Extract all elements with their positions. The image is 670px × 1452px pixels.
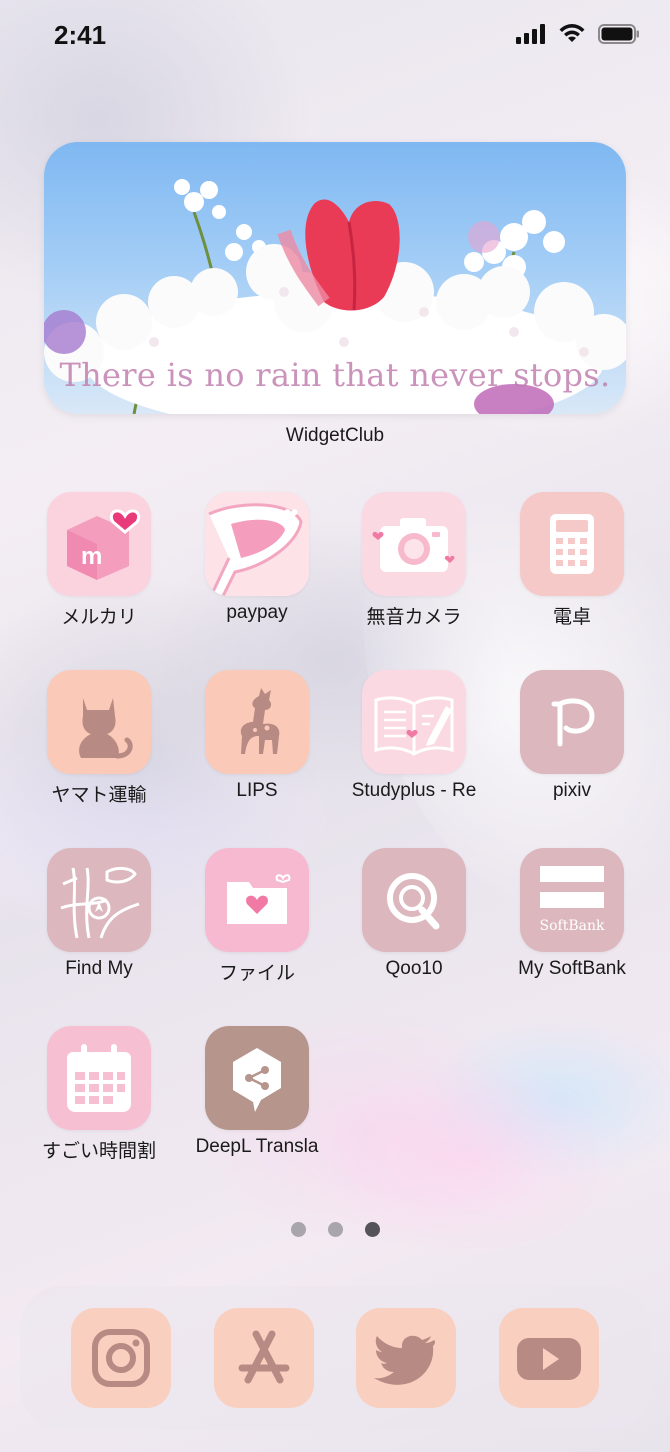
softbank-icon: [540, 866, 604, 908]
widget-quote: There is no rain that never stops.: [59, 356, 611, 394]
app-pixiv[interactable]: pixiv: [494, 670, 650, 802]
app-silent-camera[interactable]: 無音カメラ: [336, 492, 492, 629]
dock-youtube[interactable]: [499, 1308, 599, 1408]
app-calculator[interactable]: 電卓: [494, 492, 650, 629]
instagram-icon: [92, 1329, 150, 1387]
app-studyplus[interactable]: Studyplus - Re: [336, 670, 492, 802]
status-icons: [516, 24, 640, 44]
pixiv-icon: [551, 698, 595, 747]
battery-icon: [598, 24, 639, 44]
calendar-icon: [67, 1044, 131, 1112]
deepl-icon: [233, 1048, 281, 1112]
app-icon: [362, 848, 466, 952]
app-icon: [205, 492, 309, 596]
app-icon: [205, 848, 309, 952]
app-label: My SoftBank: [518, 958, 626, 979]
app-deepl[interactable]: DeepL Transla: [179, 1026, 335, 1158]
app-sugoi-jikanwari[interactable]: すごい時間割: [21, 1026, 177, 1163]
photo-quote-widget[interactable]: There is no rain that never stops.: [44, 142, 626, 414]
folder-heart-icon: [227, 874, 291, 924]
app-icon: m: [47, 492, 151, 596]
app-find-my[interactable]: Find My: [21, 848, 177, 980]
wifi-icon: [559, 24, 585, 42]
open-book-icon: [374, 696, 454, 756]
app-paypay[interactable]: paypay: [179, 492, 335, 624]
softbank-wordmark: SoftBank: [539, 918, 605, 934]
page-dot-1[interactable]: [290, 1222, 306, 1237]
app-label: ヤマト運輸: [51, 785, 147, 806]
app-label: 電卓: [552, 607, 591, 628]
youtube-icon: [517, 1338, 581, 1380]
app-label: Qoo10: [385, 958, 443, 979]
app-mercari[interactable]: m メルカリ: [21, 492, 177, 629]
app-label: Studyplus - Re: [351, 780, 477, 801]
app-yamato[interactable]: ヤマト運輸: [21, 670, 177, 807]
app-label: DeepL Transla: [195, 1136, 319, 1157]
app-icon: [47, 670, 151, 774]
app-icon: SoftBank: [520, 848, 624, 952]
app-qoo10[interactable]: Qoo10: [336, 848, 492, 980]
app-label: LIPS: [236, 780, 278, 801]
app-label: 無音カメラ: [366, 607, 462, 628]
dock-twitter[interactable]: [356, 1308, 456, 1408]
app-lips[interactable]: LIPS: [179, 670, 335, 802]
mercari-icon: m: [67, 509, 140, 580]
app-files[interactable]: ファイル: [179, 848, 335, 985]
app-icon: [362, 492, 466, 596]
app-my-softbank[interactable]: SoftBank My SoftBank: [494, 848, 650, 980]
app-icon: [362, 670, 466, 774]
qoo10-icon: [387, 873, 440, 930]
app-label: pixiv: [552, 780, 591, 801]
app-label: すごい時間割: [41, 1141, 156, 1162]
app-label: メルカリ: [61, 607, 137, 628]
app-store-icon: [238, 1330, 290, 1384]
app-icon: [520, 670, 624, 774]
calculator-icon: [550, 514, 594, 574]
camera-icon: [372, 518, 455, 572]
widget-label: WidgetClub: [285, 425, 385, 446]
page-indicator[interactable]: [0, 1222, 670, 1237]
app-icon: [205, 1026, 309, 1130]
status-bar: 2:41: [0, 0, 670, 80]
cat-icon: [79, 698, 133, 759]
app-label: ファイル: [218, 963, 295, 984]
app-label: Find My: [65, 958, 133, 979]
cellular-signal-icon: [516, 24, 545, 44]
twitter-icon: [374, 1335, 436, 1385]
page-dot-3-active[interactable]: [364, 1222, 380, 1237]
svg-text:m: m: [81, 543, 102, 570]
app-icon: [520, 492, 624, 596]
paypay-icon: [205, 492, 309, 596]
map-icon: [60, 866, 140, 939]
app-label: paypay: [226, 602, 288, 623]
page-dot-2[interactable]: [327, 1222, 343, 1237]
dock-app-store[interactable]: [214, 1308, 314, 1408]
app-icon: [205, 670, 309, 774]
dock: [20, 1286, 650, 1430]
status-time: 2:41: [54, 20, 107, 50]
fawn-icon: [240, 688, 280, 754]
dock-instagram[interactable]: [71, 1308, 171, 1408]
app-icon: [47, 1026, 151, 1130]
app-icon: [47, 848, 151, 952]
